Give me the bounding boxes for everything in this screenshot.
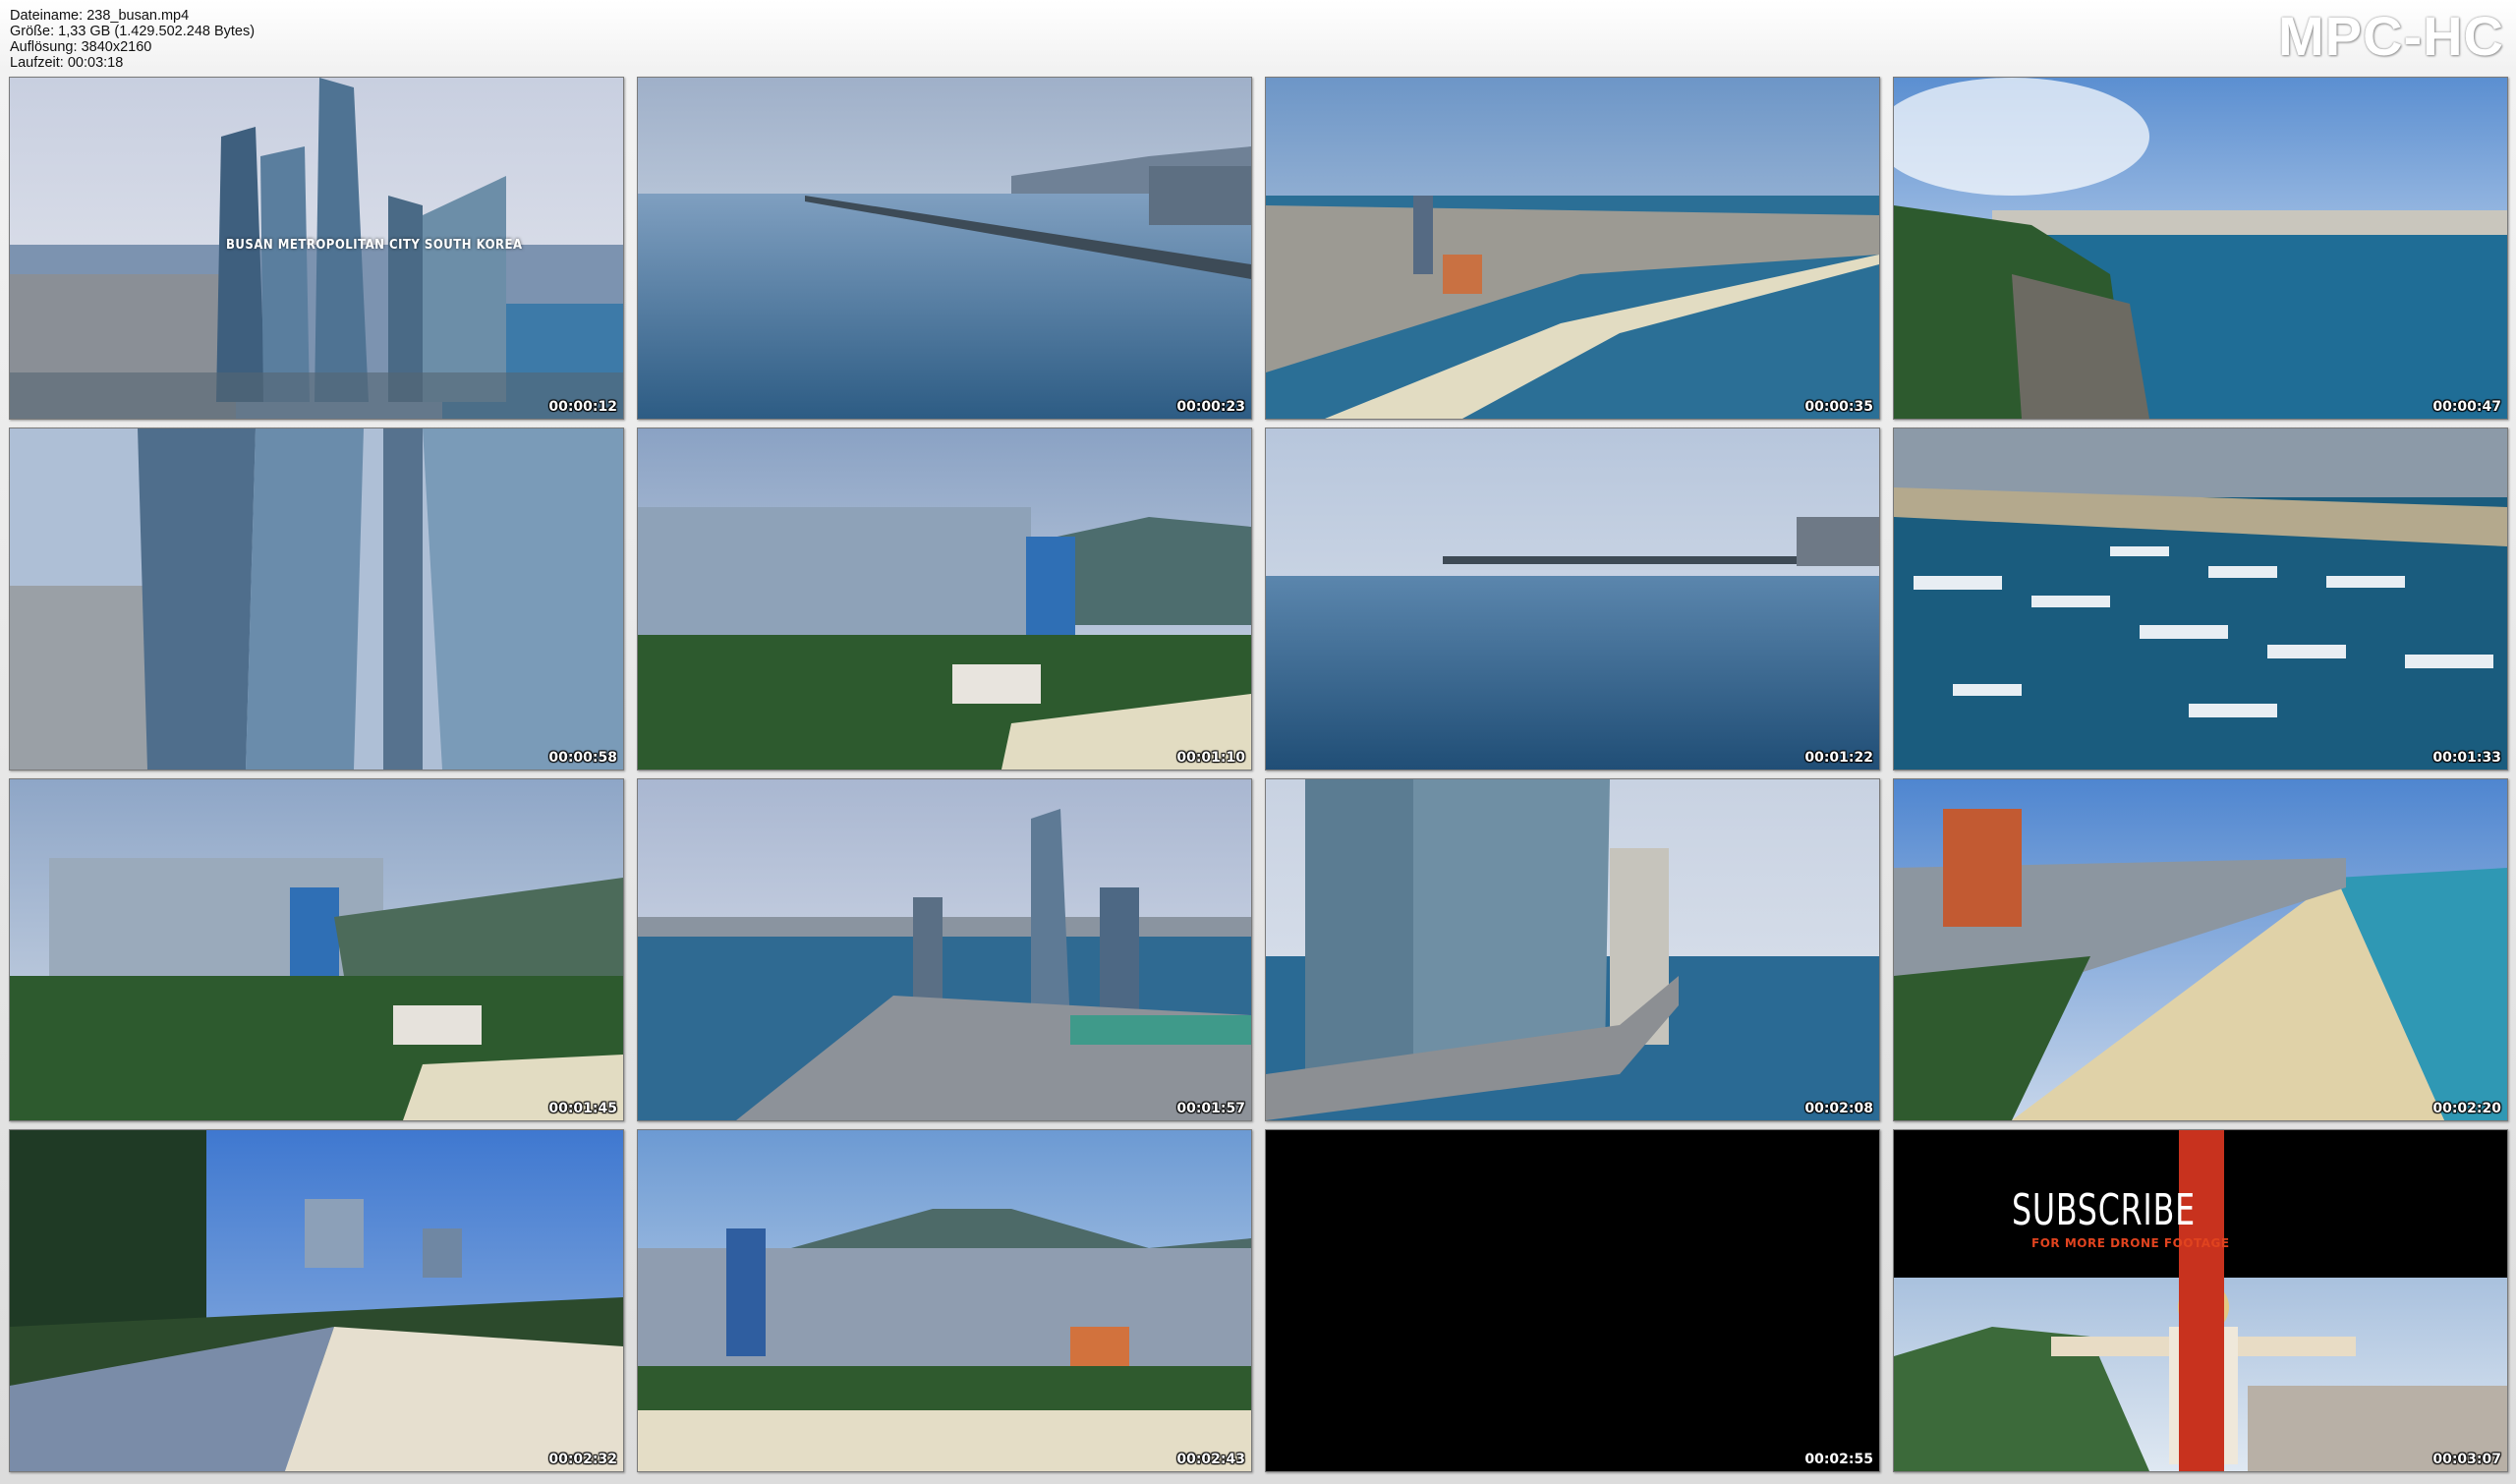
timestamp: 00:00:23	[1176, 399, 1245, 415]
thumbnail-13[interactable]: 00:02:32	[9, 1129, 624, 1472]
thumbnail-3[interactable]: 00:00:35	[1265, 77, 1880, 420]
info-value: 238_busan.mp4	[86, 8, 190, 24]
info-value: 3840x2160	[81, 39, 152, 55]
timestamp: 00:01:33	[2432, 750, 2501, 766]
thumbnail-7[interactable]: 00:01:22	[1265, 428, 1880, 771]
thumbnail-grid: BUSAN METROPOLITAN CITY SOUTH KOREA 00:0…	[9, 77, 2508, 1476]
resolution-line: Auflösung: 3840x2160	[10, 39, 152, 55]
timestamp: 00:02:32	[548, 1452, 617, 1467]
thumbnail-9[interactable]: 00:01:45	[9, 778, 624, 1121]
thumbnail-10[interactable]: 00:01:57	[637, 778, 1252, 1121]
duration-line: Laufzeit: 00:03:18	[10, 55, 124, 71]
brand-logo: MPC-HC	[2278, 5, 2504, 67]
timestamp: 00:00:58	[548, 750, 617, 766]
timestamp: 00:03:07	[2432, 1452, 2501, 1467]
info-value: 1,33 GB (1.429.502.248 Bytes)	[58, 24, 256, 39]
subscribe-heading: SUBSCRIBE	[2012, 1185, 2196, 1235]
file-info: Dateiname: 238_busan.mp4 Größe: 1,33 GB …	[10, 8, 255, 71]
thumbnail-6[interactable]: 00:01:10	[637, 428, 1252, 771]
thumbnail-4[interactable]: 00:00:47	[1893, 77, 2508, 420]
timestamp: 00:00:35	[1804, 399, 1873, 415]
thumbnail-5[interactable]: 00:00:58	[9, 428, 624, 771]
timestamp: 00:01:22	[1804, 750, 1873, 766]
thumbnail-11[interactable]: 00:02:08	[1265, 778, 1880, 1121]
info-value: 00:03:18	[67, 55, 124, 71]
thumbnail-2[interactable]: 00:00:23	[637, 77, 1252, 420]
file-name-line: Dateiname: 238_busan.mp4	[10, 8, 190, 24]
video-title-overlay: BUSAN METROPOLITAN CITY SOUTH KOREA	[226, 238, 523, 253]
thumbnail-1[interactable]: BUSAN METROPOLITAN CITY SOUTH KOREA 00:0…	[9, 77, 624, 420]
timestamp: 00:01:57	[1176, 1101, 1245, 1116]
thumbnail-8[interactable]: 00:01:33	[1893, 428, 2508, 771]
subscribe-red-bar	[2179, 1130, 2224, 1471]
thumbnail-16[interactable]: SUBSCRIBE FOR MORE DRONE FOOTAGE 00:03:0…	[1893, 1129, 2508, 1472]
subscribe-subtitle: FOR MORE DRONE FOOTAGE	[2031, 1236, 2230, 1250]
timestamp: 00:02:43	[1176, 1452, 1245, 1467]
timestamp: 00:01:10	[1176, 750, 1245, 766]
file-size-line: Größe: 1,33 GB (1.429.502.248 Bytes)	[10, 24, 256, 39]
timestamp: 00:02:08	[1804, 1101, 1873, 1116]
info-label: Größe	[10, 24, 51, 39]
timestamp: 00:00:12	[548, 399, 617, 415]
timestamp: 00:00:47	[2432, 399, 2501, 415]
timestamp: 00:02:55	[1804, 1452, 1873, 1467]
thumbnail-14[interactable]: 00:02:43	[637, 1129, 1252, 1472]
thumbnail-sheet: Dateiname: 238_busan.mp4 Größe: 1,33 GB …	[0, 0, 2516, 1484]
timestamp: 00:02:20	[2432, 1101, 2501, 1116]
info-label: Dateiname	[10, 8, 80, 24]
info-label: Auflösung	[10, 39, 74, 55]
thumbnail-15[interactable]: 00:02:55	[1265, 1129, 1880, 1472]
info-label: Laufzeit	[10, 55, 60, 71]
thumbnail-12[interactable]: 00:02:20	[1893, 778, 2508, 1121]
timestamp: 00:01:45	[548, 1101, 617, 1116]
